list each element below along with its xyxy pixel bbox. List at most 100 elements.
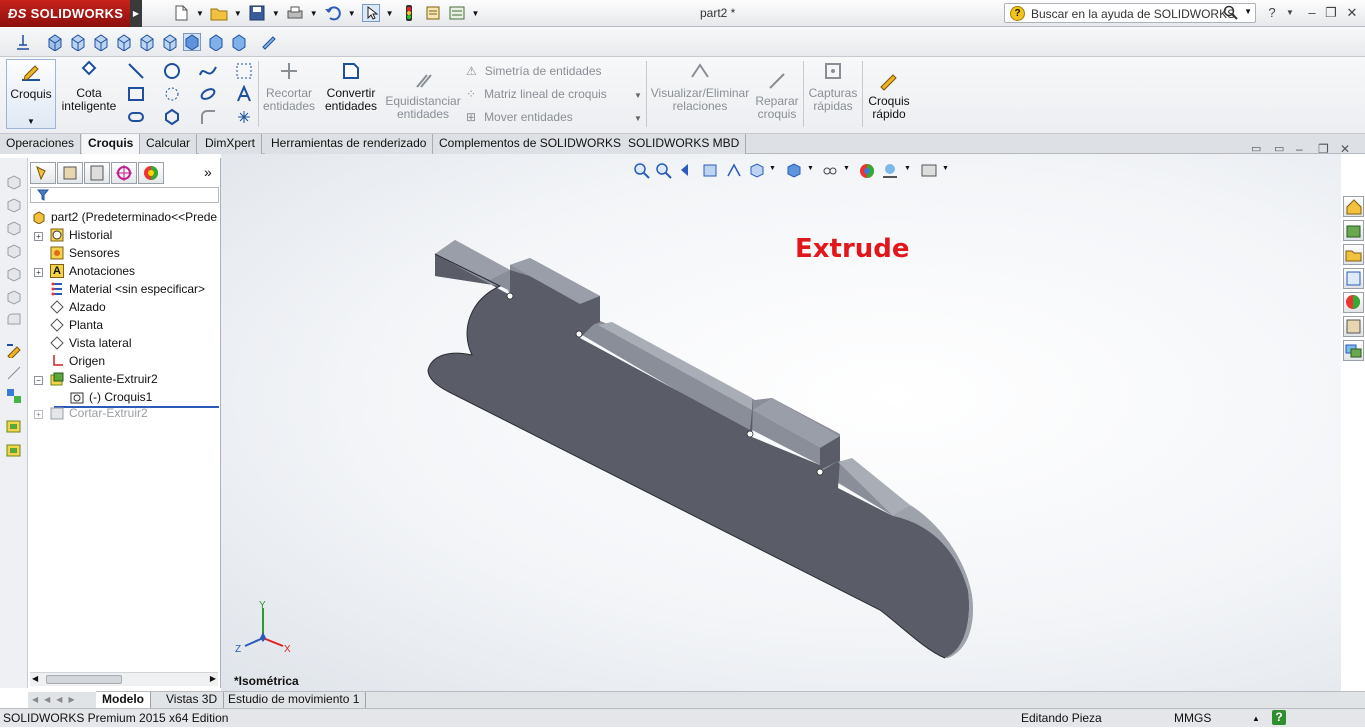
normal-to-icon[interactable] [14, 33, 32, 51]
trim-entities-button[interactable]: Recortar entidades [262, 59, 316, 113]
rectangle-tool-icon[interactable] [127, 85, 145, 106]
open-dropdown-icon[interactable]: ▼ [234, 9, 242, 18]
cut-extrude-icon[interactable] [6, 266, 22, 282]
custom-properties-icon[interactable] [1343, 316, 1364, 337]
help-search-box[interactable]: ? Buscar en la ayuda de SOLIDWORKS ▼ [1004, 3, 1256, 23]
view-left-cube-icon[interactable] [92, 33, 110, 52]
tree-item-planta[interactable]: Planta [50, 316, 103, 334]
croquis-button[interactable]: Croquis ▼ [6, 59, 56, 129]
help-button[interactable]: ? [1264, 5, 1280, 20]
fillet-tool-icon[interactable] [199, 108, 217, 129]
view-orientation-dropdown-icon[interactable]: ▼ [769, 165, 776, 172]
hide-show-items-icon[interactable] [821, 162, 839, 182]
feature-side-icon[interactable] [6, 418, 22, 434]
expand-cortar-icon[interactable]: + [34, 410, 43, 419]
tab-croquis[interactable]: Croquis [82, 134, 141, 154]
zoom-area-icon[interactable] [655, 162, 673, 182]
sketch-side-icon[interactable] [6, 342, 22, 360]
tab-herramientas-renderizado[interactable]: Herramientas de renderizado [265, 134, 434, 154]
scroll-right-icon[interactable]: ▶ [210, 674, 216, 683]
expand-historial-icon[interactable]: + [34, 232, 43, 241]
slot-tool-icon[interactable] [127, 108, 145, 129]
tab-complementos[interactable]: Complementos de SOLIDWORKS [433, 134, 629, 154]
forum-icon[interactable] [1343, 340, 1364, 361]
tab-dimxpert[interactable]: DimXpert [199, 134, 263, 154]
view-isometric-cube-icon[interactable] [183, 33, 201, 51]
view-front-cube-icon[interactable] [46, 33, 64, 52]
feature-side-icon-2[interactable] [6, 442, 22, 458]
quick-snaps-button[interactable]: Capturas rápidas [807, 59, 859, 113]
view-top-cube-icon[interactable] [138, 33, 156, 52]
view-settings-icon[interactable] [920, 162, 938, 182]
new-document-icon[interactable] [172, 4, 190, 22]
display-style-icon[interactable] [785, 162, 803, 182]
save-dropdown-icon[interactable]: ▼ [272, 9, 280, 18]
rebuild-traffic-light-icon[interactable] [400, 4, 418, 22]
point-tool-icon[interactable] [235, 108, 253, 129]
view-palette-icon[interactable] [1343, 268, 1364, 289]
units-dropdown-icon[interactable]: ▲ [1252, 710, 1260, 728]
tree-item-historial[interactable]: Historial [50, 226, 112, 244]
view-orientation-icon[interactable] [748, 162, 766, 182]
graphics-viewport[interactable]: ▼ ▼ ▼ ▼ ▼ ▭ ▭ – ❐ ✕ Y X Z [221, 142, 1350, 692]
scroll-left-icon[interactable]: ◀ [32, 674, 38, 683]
configuration-manager-tab-icon[interactable] [84, 162, 110, 184]
tab-operaciones[interactable]: Operaciones [0, 134, 82, 154]
select-cursor-icon[interactable] [361, 4, 380, 22]
display-manager-tab-icon[interactable] [138, 162, 164, 184]
tree-item-saliente-extruir2[interactable]: Saliente-Extruir2 [50, 370, 158, 388]
loft-boss-icon[interactable] [6, 243, 22, 259]
doc-minimize-icon[interactable]: – [1296, 142, 1303, 156]
property-manager-tab-icon[interactable] [57, 162, 83, 184]
mirror-entities-button[interactable]: ⚠ Simetría de entidades [466, 64, 602, 78]
tile-vertical-icon[interactable]: ▭ [1274, 142, 1284, 155]
open-folder-icon[interactable] [210, 4, 228, 22]
save-icon[interactable] [248, 4, 266, 22]
view-bottom-cube-icon[interactable] [161, 33, 179, 52]
scrollbar-thumb[interactable] [46, 675, 122, 684]
move-entities-button[interactable]: ⊞ Mover entidades [466, 110, 573, 124]
solidworks-logo[interactable]: ƉS SOLIDWORKS [0, 0, 136, 27]
previous-view-icon[interactable] [679, 162, 697, 182]
feature-tree-tab-icon[interactable] [30, 162, 56, 184]
menu-expand-arrow-icon[interactable]: ▶ [130, 0, 142, 27]
tree-item-cortar-extruir2[interactable]: Cortar-Extruir2 [50, 404, 148, 422]
view-right-cube-icon[interactable] [115, 33, 133, 52]
tab-vistas-3d[interactable]: Vistas 3D [160, 692, 225, 708]
text-tool-icon[interactable] [235, 84, 253, 106]
rapid-sketch-button[interactable]: Croquis rápido [866, 69, 912, 121]
appearances-icon[interactable] [1343, 292, 1364, 313]
view-trimetric-cube-icon[interactable] [207, 33, 225, 52]
file-explorer-icon[interactable] [1343, 244, 1364, 265]
zoom-to-fit-icon[interactable] [633, 162, 651, 182]
measure-icon[interactable] [260, 33, 278, 51]
offset-entities-button[interactable]: Equidistanciar entidades [384, 69, 462, 121]
grid-tool-icon[interactable] [235, 62, 253, 83]
extrude-boss-icon[interactable] [6, 174, 22, 190]
relations-side-icon[interactable] [6, 388, 22, 404]
minimize-window-icon[interactable]: – [1304, 5, 1320, 20]
view-dimetric-cube-icon[interactable] [230, 33, 248, 52]
tree-item-origen[interactable]: Origen [50, 352, 105, 370]
tree-item-material[interactable]: Material <sin especificar> [50, 280, 205, 298]
view-back-cube-icon[interactable] [69, 33, 87, 52]
tile-horizontal-icon[interactable]: ▭ [1251, 142, 1261, 155]
doc-restore-icon[interactable]: ❐ [1318, 142, 1329, 156]
solidworks-resources-icon[interactable] [1343, 196, 1364, 217]
ellipse-tool-icon[interactable] [199, 85, 217, 106]
help-dropdown-icon[interactable]: ▼ [1282, 8, 1298, 22]
view-settings-dropdown-icon[interactable]: ▼ [942, 165, 949, 172]
tree-item-sensores[interactable]: Sensores [50, 244, 120, 262]
new-dropdown-icon[interactable]: ▼ [196, 9, 204, 18]
search-input[interactable]: Buscar en la ayuda de SOLIDWORKS [1031, 7, 1235, 21]
tab-modelo[interactable]: Modelo [96, 692, 151, 708]
dynamic-annotation-icon[interactable] [725, 162, 743, 182]
tab-solidworks-mbd[interactable]: SOLIDWORKS MBD [622, 134, 747, 154]
options-dropdown-icon[interactable]: ▼ [472, 9, 480, 18]
bottom-tab-nav-arrows[interactable]: ◀◀◀▶ [28, 692, 96, 708]
dimension-side-icon[interactable] [6, 365, 22, 381]
design-library-icon[interactable] [1343, 220, 1364, 241]
fillet-feature-icon[interactable] [6, 312, 22, 328]
tree-root-part[interactable]: part2 (Predeterminado<<Prede [32, 208, 217, 226]
scene-dropdown-icon[interactable]: ▼ [904, 165, 911, 172]
